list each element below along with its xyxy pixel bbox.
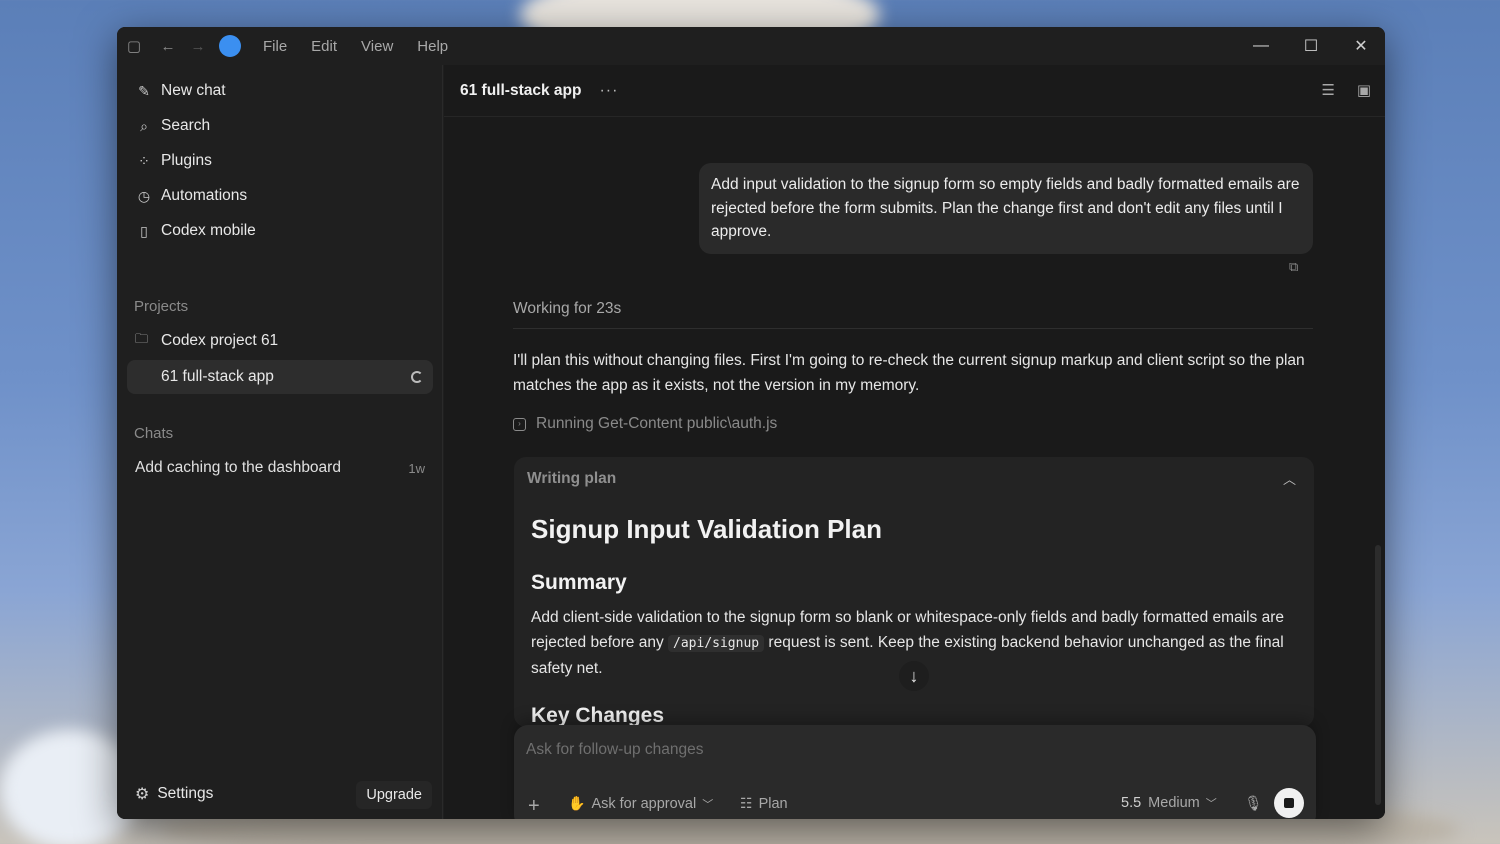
plan-status-label: Writing plan: [527, 470, 617, 487]
sidebar-item-label: Codex mobile: [161, 222, 256, 239]
plan-summary-heading: Summary: [531, 571, 627, 594]
minimize-button[interactable]: —: [1237, 27, 1285, 65]
running-command-label: Running Get-Content public\auth.js: [536, 415, 778, 432]
stop-icon: [1284, 798, 1294, 808]
maximize-button[interactable]: ☐: [1287, 27, 1335, 65]
scrollbar[interactable]: [1375, 545, 1381, 805]
folder-icon: 🗀: [135, 331, 149, 346]
chat-item-label: Add caching to the dashboard: [135, 459, 341, 476]
working-status[interactable]: Working for 23s: [513, 300, 621, 318]
chevron-up-icon[interactable]: ︿: [1283, 469, 1296, 488]
main-panel: 61 full-stack app ··· ☰ ▣ Add input vali…: [444, 65, 1385, 819]
microphone-icon[interactable]: 🎙: [1244, 795, 1262, 812]
sidebar-item-automations[interactable]: ◷ Automations: [127, 180, 433, 212]
settings-button[interactable]: ⚙ Settings: [127, 779, 213, 809]
title-bar: ▢ ← → File Edit View Help — ☐ ✕: [117, 27, 1385, 65]
chat-item[interactable]: Add caching to the dashboard 1w: [127, 452, 433, 484]
plan-toggle[interactable]: ☷ Plan: [740, 795, 788, 812]
sidebar: ✎ New chat ⌕ Search ⁘ Plugins ◷ Automati…: [117, 65, 443, 819]
clock-icon: ◷: [137, 187, 151, 204]
menu-help[interactable]: Help: [405, 38, 460, 55]
sidebar-item-label: Plugins: [161, 152, 212, 169]
add-attachment-button[interactable]: +: [528, 795, 540, 818]
close-button[interactable]: ✕: [1337, 27, 1385, 65]
sidebar-item-plugins[interactable]: ⁘ Plugins: [127, 145, 433, 177]
project-item[interactable]: 🗀 Codex project 61: [127, 324, 433, 358]
chevron-down-icon: ﹀: [1205, 798, 1217, 810]
settings-label: Settings: [157, 785, 214, 802]
panel-toggle-icon[interactable]: ▣: [1357, 81, 1371, 99]
page-title: 61 full-stack app: [460, 81, 582, 99]
sidebar-toggle-icon[interactable]: ▢: [119, 31, 149, 61]
search-icon: ⌕: [140, 117, 148, 134]
more-options-button[interactable]: ···: [599, 82, 618, 100]
grid-icon: ⁘: [138, 152, 150, 169]
list-icon: ☷: [740, 795, 753, 811]
menu-file[interactable]: File: [251, 38, 299, 55]
scroll-down-button[interactable]: ↓: [899, 661, 929, 691]
upgrade-button[interactable]: Upgrade: [356, 781, 432, 809]
sidebar-item-label: Automations: [161, 187, 248, 204]
effort-label: Medium: [1148, 795, 1200, 811]
app-window: ▢ ← → File Edit View Help — ☐ ✕ ✎ New ch…: [117, 27, 1385, 819]
menu-view[interactable]: View: [349, 38, 405, 55]
sidebar-item-label: New chat: [161, 82, 226, 99]
approval-mode-dropdown[interactable]: ✋ Ask for approval ﹀: [568, 795, 713, 812]
copy-icon[interactable]: ⧉: [1289, 259, 1298, 275]
chevron-down-icon: ﹀: [702, 798, 714, 811]
inline-code: /api/signup: [668, 635, 765, 652]
plan-toggle-label: Plan: [758, 795, 788, 812]
main-header: 61 full-stack app ··· ☰ ▣: [444, 65, 1385, 117]
follow-up-input[interactable]: [526, 741, 1286, 759]
running-command[interactable]: › Running Get-Content public\auth.js: [513, 415, 777, 433]
sidebar-item-codex-mobile[interactable]: ▯ Codex mobile: [127, 215, 433, 247]
plan-heading: Signup Input Validation Plan: [531, 514, 882, 544]
edit-icon: ✎: [138, 82, 150, 99]
project-thread-item[interactable]: 61 full-stack app: [127, 360, 433, 394]
loading-spinner-icon: [411, 371, 423, 383]
plan-key-changes-heading: Key Changes: [531, 704, 665, 727]
back-arrow-icon[interactable]: ←: [153, 31, 183, 61]
phone-icon: ▯: [140, 222, 148, 239]
menu-edit[interactable]: Edit: [299, 38, 349, 55]
project-label: Codex project 61: [161, 332, 279, 349]
hand-icon: ✋: [568, 795, 586, 811]
app-logo: [219, 35, 241, 57]
sidebar-item-search[interactable]: ⌕ Search: [127, 110, 433, 142]
gear-icon: ⚙: [135, 786, 150, 803]
task-list-icon[interactable]: ☰: [1322, 81, 1335, 99]
assistant-message: I'll plan this without changing files. F…: [513, 352, 1305, 394]
approval-mode-label: Ask for approval: [591, 795, 697, 812]
plus-icon: +: [528, 795, 540, 817]
terminal-icon: ›: [513, 417, 526, 431]
divider: [513, 328, 1313, 329]
sidebar-item-label: Search: [161, 117, 211, 134]
composer: + ✋ Ask for approval ﹀ ☷ Plan 5.5 Medium…: [514, 725, 1316, 819]
stop-button[interactable]: [1274, 788, 1304, 818]
projects-heading: Projects: [134, 298, 189, 315]
chat-item-age: 1w: [408, 460, 425, 476]
user-message: Add input validation to the signup form …: [699, 163, 1313, 254]
sidebar-item-new-chat[interactable]: ✎ New chat: [127, 75, 433, 107]
model-label: 5.5: [1121, 795, 1142, 811]
project-thread-label: 61 full-stack app: [161, 368, 274, 385]
model-dropdown[interactable]: 5.5 Medium ﹀: [1121, 795, 1217, 811]
forward-arrow-icon[interactable]: →: [183, 31, 213, 61]
chats-heading: Chats: [134, 425, 174, 442]
